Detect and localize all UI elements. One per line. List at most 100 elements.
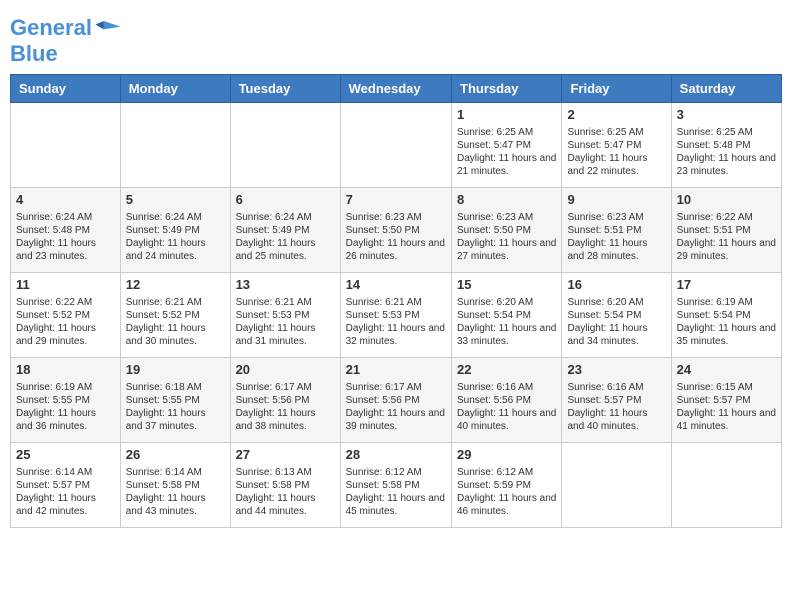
calendar-cell: 8 Sunrise: 6:23 AM Sunset: 5:50 PM Daylig… bbox=[452, 188, 562, 273]
header-row: SundayMondayTuesdayWednesdayThursdayFrid… bbox=[11, 75, 782, 103]
day-number: 16 bbox=[567, 277, 665, 294]
calendar-cell: 10 Sunrise: 6:22 AM Sunset: 5:51 PM Dayli… bbox=[671, 188, 781, 273]
day-number: 12 bbox=[126, 277, 225, 294]
calendar-cell bbox=[230, 103, 340, 188]
day-number: 3 bbox=[677, 107, 776, 124]
day-number: 7 bbox=[346, 192, 446, 209]
day-info: Sunrise: 6:22 AM Sunset: 5:51 PM Dayligh… bbox=[677, 211, 776, 263]
day-number: 6 bbox=[236, 192, 335, 209]
day-info: Sunrise: 6:12 AM Sunset: 5:59 PM Dayligh… bbox=[457, 466, 556, 518]
calendar-cell: 12 Sunrise: 6:21 AM Sunset: 5:52 PM Dayli… bbox=[120, 273, 230, 358]
day-info: Sunrise: 6:21 AM Sunset: 5:52 PM Dayligh… bbox=[126, 296, 225, 348]
day-header-saturday: Saturday bbox=[671, 75, 781, 103]
day-info: Sunrise: 6:24 AM Sunset: 5:49 PM Dayligh… bbox=[126, 211, 225, 263]
week-row-3: 11 Sunrise: 6:22 AM Sunset: 5:52 PM Dayli… bbox=[11, 273, 782, 358]
day-info: Sunrise: 6:12 AM Sunset: 5:58 PM Dayligh… bbox=[346, 466, 446, 518]
day-info: Sunrise: 6:16 AM Sunset: 5:57 PM Dayligh… bbox=[567, 381, 665, 433]
day-info: Sunrise: 6:15 AM Sunset: 5:57 PM Dayligh… bbox=[677, 381, 776, 433]
logo-text: General bbox=[10, 16, 92, 40]
day-number: 10 bbox=[677, 192, 776, 209]
day-info: Sunrise: 6:20 AM Sunset: 5:54 PM Dayligh… bbox=[567, 296, 665, 348]
day-number: 17 bbox=[677, 277, 776, 294]
day-info: Sunrise: 6:24 AM Sunset: 5:49 PM Dayligh… bbox=[236, 211, 335, 263]
day-number: 28 bbox=[346, 447, 446, 464]
day-number: 26 bbox=[126, 447, 225, 464]
day-info: Sunrise: 6:17 AM Sunset: 5:56 PM Dayligh… bbox=[346, 381, 446, 433]
header: General Blue bbox=[10, 10, 782, 66]
calendar-cell: 1 Sunrise: 6:25 AM Sunset: 5:47 PM Daylig… bbox=[452, 103, 562, 188]
day-number: 20 bbox=[236, 362, 335, 379]
calendar-cell bbox=[562, 443, 671, 528]
day-info: Sunrise: 6:24 AM Sunset: 5:48 PM Dayligh… bbox=[16, 211, 115, 263]
day-info: Sunrise: 6:17 AM Sunset: 5:56 PM Dayligh… bbox=[236, 381, 335, 433]
calendar-table: SundayMondayTuesdayWednesdayThursdayFrid… bbox=[10, 74, 782, 528]
calendar-cell bbox=[120, 103, 230, 188]
day-number: 14 bbox=[346, 277, 446, 294]
day-number: 24 bbox=[677, 362, 776, 379]
day-number: 29 bbox=[457, 447, 556, 464]
day-info: Sunrise: 6:18 AM Sunset: 5:55 PM Dayligh… bbox=[126, 381, 225, 433]
day-number: 5 bbox=[126, 192, 225, 209]
day-info: Sunrise: 6:21 AM Sunset: 5:53 PM Dayligh… bbox=[236, 296, 335, 348]
day-number: 15 bbox=[457, 277, 556, 294]
calendar-cell bbox=[340, 103, 451, 188]
day-header-monday: Monday bbox=[120, 75, 230, 103]
day-info: Sunrise: 6:14 AM Sunset: 5:58 PM Dayligh… bbox=[126, 466, 225, 518]
calendar-cell bbox=[671, 443, 781, 528]
day-info: Sunrise: 6:14 AM Sunset: 5:57 PM Dayligh… bbox=[16, 466, 115, 518]
day-number: 11 bbox=[16, 277, 115, 294]
day-info: Sunrise: 6:22 AM Sunset: 5:52 PM Dayligh… bbox=[16, 296, 115, 348]
day-number: 8 bbox=[457, 192, 556, 209]
calendar-cell: 17 Sunrise: 6:19 AM Sunset: 5:54 PM Dayli… bbox=[671, 273, 781, 358]
day-number: 18 bbox=[16, 362, 115, 379]
calendar-cell: 19 Sunrise: 6:18 AM Sunset: 5:55 PM Dayli… bbox=[120, 358, 230, 443]
calendar-cell: 3 Sunrise: 6:25 AM Sunset: 5:48 PM Daylig… bbox=[671, 103, 781, 188]
day-info: Sunrise: 6:25 AM Sunset: 5:48 PM Dayligh… bbox=[677, 126, 776, 178]
week-row-2: 4 Sunrise: 6:24 AM Sunset: 5:48 PM Daylig… bbox=[11, 188, 782, 273]
day-header-sunday: Sunday bbox=[11, 75, 121, 103]
calendar-cell: 23 Sunrise: 6:16 AM Sunset: 5:57 PM Dayli… bbox=[562, 358, 671, 443]
calendar-cell: 15 Sunrise: 6:20 AM Sunset: 5:54 PM Dayli… bbox=[452, 273, 562, 358]
day-info: Sunrise: 6:23 AM Sunset: 5:50 PM Dayligh… bbox=[346, 211, 446, 263]
calendar-cell: 20 Sunrise: 6:17 AM Sunset: 5:56 PM Dayli… bbox=[230, 358, 340, 443]
day-info: Sunrise: 6:23 AM Sunset: 5:50 PM Dayligh… bbox=[457, 211, 556, 263]
calendar-cell: 21Sunrise: 6:17 AM Sunset: 5:56 PM Dayli… bbox=[340, 358, 451, 443]
day-header-thursday: Thursday bbox=[452, 75, 562, 103]
logo-bird-icon bbox=[94, 14, 122, 42]
calendar-cell: 11 Sunrise: 6:22 AM Sunset: 5:52 PM Dayli… bbox=[11, 273, 121, 358]
logo-blue: Blue bbox=[10, 42, 122, 66]
day-number: 2 bbox=[567, 107, 665, 124]
day-info: Sunrise: 6:25 AM Sunset: 5:47 PM Dayligh… bbox=[457, 126, 556, 178]
calendar-cell: 5 Sunrise: 6:24 AM Sunset: 5:49 PM Daylig… bbox=[120, 188, 230, 273]
day-number: 27 bbox=[236, 447, 335, 464]
day-info: Sunrise: 6:16 AM Sunset: 5:56 PM Dayligh… bbox=[457, 381, 556, 433]
day-number: 4 bbox=[16, 192, 115, 209]
day-number: 9 bbox=[567, 192, 665, 209]
day-info: Sunrise: 6:20 AM Sunset: 5:54 PM Dayligh… bbox=[457, 296, 556, 348]
calendar-cell: 4 Sunrise: 6:24 AM Sunset: 5:48 PM Daylig… bbox=[11, 188, 121, 273]
calendar-cell: 6 Sunrise: 6:24 AM Sunset: 5:49 PM Daylig… bbox=[230, 188, 340, 273]
day-number: 13 bbox=[236, 277, 335, 294]
day-info: Sunrise: 6:19 AM Sunset: 5:54 PM Dayligh… bbox=[677, 296, 776, 348]
day-info: Sunrise: 6:13 AM Sunset: 5:58 PM Dayligh… bbox=[236, 466, 335, 518]
calendar-cell: 24 Sunrise: 6:15 AM Sunset: 5:57 PM Dayli… bbox=[671, 358, 781, 443]
week-row-5: 25Sunrise: 6:14 AM Sunset: 5:57 PM Dayli… bbox=[11, 443, 782, 528]
day-number: 23 bbox=[567, 362, 665, 379]
logo: General Blue bbox=[10, 14, 122, 66]
calendar-cell: 22 Sunrise: 6:16 AM Sunset: 5:56 PM Dayli… bbox=[452, 358, 562, 443]
day-number: 22 bbox=[457, 362, 556, 379]
calendar-cell: 14 Sunrise: 6:21 AM Sunset: 5:53 PM Dayli… bbox=[340, 273, 451, 358]
day-info: Sunrise: 6:23 AM Sunset: 5:51 PM Dayligh… bbox=[567, 211, 665, 263]
calendar-cell: 9 Sunrise: 6:23 AM Sunset: 5:51 PM Daylig… bbox=[562, 188, 671, 273]
calendar-cell: 26 Sunrise: 6:14 AM Sunset: 5:58 PM Dayli… bbox=[120, 443, 230, 528]
day-header-tuesday: Tuesday bbox=[230, 75, 340, 103]
calendar-cell: 7 Sunrise: 6:23 AM Sunset: 5:50 PM Daylig… bbox=[340, 188, 451, 273]
day-number: 1 bbox=[457, 107, 556, 124]
day-info: Sunrise: 6:19 AM Sunset: 5:55 PM Dayligh… bbox=[16, 381, 115, 433]
day-number: 19 bbox=[126, 362, 225, 379]
calendar-cell: 28 Sunrise: 6:12 AM Sunset: 5:58 PM Dayli… bbox=[340, 443, 451, 528]
day-info: Sunrise: 6:21 AM Sunset: 5:53 PM Dayligh… bbox=[346, 296, 446, 348]
day-header-friday: Friday bbox=[562, 75, 671, 103]
calendar-cell: 27 Sunrise: 6:13 AM Sunset: 5:58 PM Dayli… bbox=[230, 443, 340, 528]
calendar-cell bbox=[11, 103, 121, 188]
